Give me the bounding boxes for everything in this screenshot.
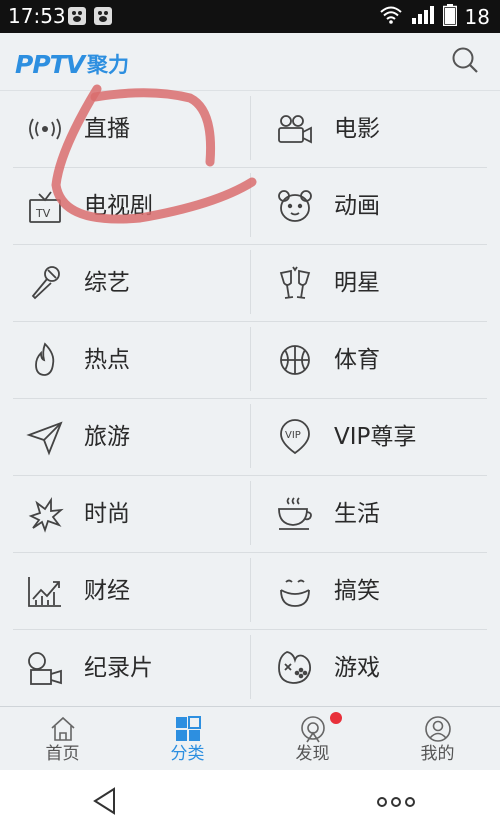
paper-plane-icon [25,417,65,457]
category-label: 电视剧 [84,193,153,219]
category-label: 搞笑 [334,578,380,604]
category-live[interactable]: 直播 [0,91,250,167]
more-dots-icon [377,797,415,807]
tab-category[interactable]: 分类 [125,707,250,771]
pptv-logo: PPTV 聚力 [15,49,129,79]
gamepad-icon [275,648,315,688]
category-label: 明星 [334,270,380,296]
vip-badge-icon: VIP [275,417,315,457]
status-time: 17:53 [8,4,66,28]
coffee-cup-icon [275,494,315,534]
category-label: VIP尊享 [334,424,417,450]
baidu-notification-icon [68,7,86,25]
category-animation[interactable]: 动画 [250,168,500,244]
tab-label: 发现 [295,744,330,764]
battery-level: 18 [464,5,490,29]
app-header: PPTV 聚力 [0,33,500,91]
category-finance[interactable]: 财经 [0,553,250,629]
baidu-notification-icon [94,7,112,25]
category-label: 体育 [334,347,380,373]
tab-discover[interactable]: 发现 [250,707,375,771]
back-triangle-icon [93,787,115,815]
documentary-camera-icon [25,648,65,688]
back-button[interactable] [92,786,118,820]
bottom-tab-bar: 首页 分类 发现 我的 [0,706,500,771]
category-label: 综艺 [84,270,130,296]
search-icon [452,47,478,73]
tab-home[interactable]: 首页 [0,707,125,771]
category-label: 时尚 [84,501,130,527]
sparkle-burst-icon [25,494,65,534]
line-chart-icon [25,571,65,611]
live-broadcast-icon [25,109,65,149]
flame-icon [25,340,65,380]
signal-icon [411,6,435,28]
category-vip[interactable]: VIP VIP尊享 [250,399,500,475]
category-label: 游戏 [334,655,380,681]
tab-label: 分类 [170,744,205,764]
category-label: 财经 [84,578,130,604]
system-nav-bar [0,770,500,833]
category-fashion[interactable]: 时尚 [0,476,250,552]
battery-icon [442,4,457,30]
discover-icon [299,715,327,743]
category-grid: 直播 电影 TV 电视剧 动画 综艺 明星 热点 体育 旅游 VIP VIP尊享… [0,91,500,705]
status-bar: 17:53 18 [0,0,500,33]
tab-label: 首页 [45,744,80,764]
home-icon [49,715,77,743]
champagne-toast-icon [275,263,315,303]
category-variety[interactable]: 综艺 [0,245,250,321]
svg-text:VIP: VIP [285,430,301,441]
category-travel[interactable]: 旅游 [0,399,250,475]
category-documentary[interactable]: 纪录片 [0,630,250,706]
logo-cn: 聚力 [87,53,130,77]
tab-mine[interactable]: 我的 [375,707,500,771]
category-grid-icon [174,715,202,743]
category-sports[interactable]: 体育 [250,322,500,398]
profile-icon [424,715,452,743]
tab-label: 我的 [420,744,455,764]
svg-text:TV: TV [35,207,51,220]
microphone-icon [25,263,65,303]
basketball-icon [275,340,315,380]
category-games[interactable]: 游戏 [250,630,500,706]
search-button[interactable] [450,45,480,75]
logo-latin: PPTV [15,49,85,79]
category-label: 热点 [84,347,130,373]
smiley-bowl-icon [275,571,315,611]
category-label: 电影 [334,116,380,142]
category-funny[interactable]: 搞笑 [250,553,500,629]
tv-icon: TV [25,186,65,226]
category-label: 生活 [334,501,380,527]
category-stars[interactable]: 明星 [250,245,500,321]
category-movie[interactable]: 电影 [250,91,500,167]
category-label: 旅游 [84,424,130,450]
bear-face-icon [275,186,315,226]
movie-camera-icon [275,109,315,149]
category-label: 动画 [334,193,380,219]
category-life[interactable]: 生活 [250,476,500,552]
more-button[interactable] [376,794,416,813]
category-tv-series[interactable]: TV 电视剧 [0,168,250,244]
wifi-icon [379,6,403,28]
category-hot[interactable]: 热点 [0,322,250,398]
category-label: 直播 [84,116,130,142]
discover-badge-dot [330,712,342,724]
category-label: 纪录片 [84,655,153,681]
